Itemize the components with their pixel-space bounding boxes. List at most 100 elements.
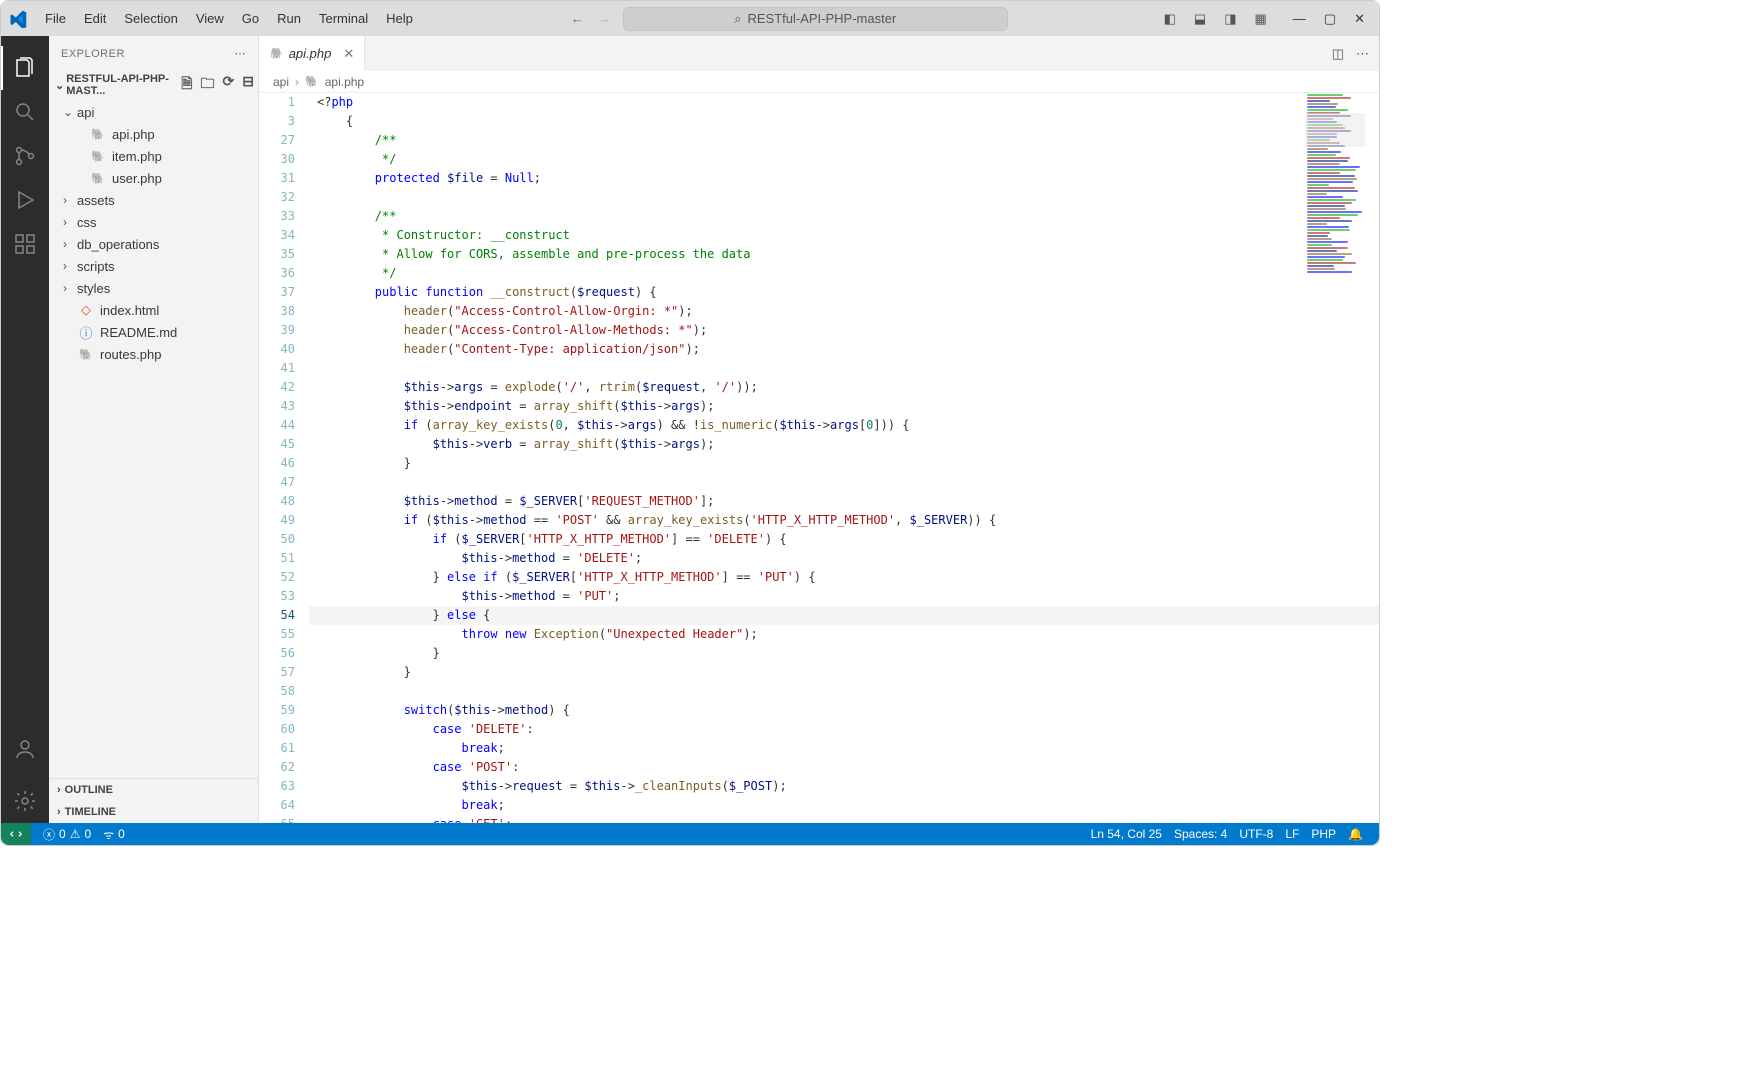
- editor-tabs: 🐘 api.php ✕ ◫ ⋯: [259, 36, 1379, 71]
- php-file-icon: 🐘: [77, 348, 95, 361]
- cursor-position[interactable]: Ln 54, Col 25: [1085, 827, 1168, 841]
- warning-icon: ⚠: [70, 827, 81, 841]
- new-file-icon[interactable]: 🗎: [181, 73, 192, 97]
- info-icon: ⓘ: [77, 323, 95, 342]
- minimize-button[interactable]: —: [1287, 7, 1312, 30]
- file-item[interactable]: 🐘routes.php: [49, 343, 258, 365]
- file-item[interactable]: ⓘREADME.md: [49, 321, 258, 343]
- notifications-icon[interactable]: 🔔: [1342, 827, 1369, 841]
- error-icon: ⓧ: [43, 826, 55, 843]
- main-menu: FileEditSelectionViewGoRunTerminalHelp: [37, 7, 421, 30]
- php-file-icon: 🐘: [89, 128, 107, 141]
- search-icon: ⌕: [734, 11, 741, 27]
- php-file-icon: 🐘: [269, 47, 283, 60]
- chevron-right-icon: ›: [63, 281, 77, 295]
- chevron-down-icon: ⌄: [55, 79, 64, 92]
- command-center-label: RESTful-API-PHP-master: [747, 11, 896, 26]
- file-item[interactable]: 🐘api.php: [49, 123, 258, 145]
- command-center[interactable]: ⌕ RESTful-API-PHP-master: [623, 7, 1008, 31]
- html-file-icon: ◇: [77, 302, 95, 318]
- folder-item[interactable]: ⌄api: [49, 101, 258, 123]
- explorer-more-icon[interactable]: ⋯: [235, 47, 247, 60]
- maximize-button[interactable]: ▢: [1318, 7, 1342, 31]
- menu-view[interactable]: View: [188, 7, 232, 30]
- folder-item[interactable]: ›assets: [49, 189, 258, 211]
- menu-help[interactable]: Help: [378, 7, 421, 30]
- vscode-icon: [9, 10, 27, 28]
- new-folder-icon[interactable]: 🗀: [201, 73, 215, 97]
- close-tab-icon[interactable]: ✕: [343, 46, 354, 62]
- php-file-icon: 🐘: [89, 150, 107, 163]
- titlebar: FileEditSelectionViewGoRunTerminalHelp ←…: [1, 1, 1379, 36]
- nav-forward-icon[interactable]: →: [598, 11, 611, 26]
- collapse-all-icon[interactable]: ⊟: [242, 73, 254, 97]
- explorer-sidebar: EXPLORER ⋯ ⌄ RESTFUL-API-PHP-MAST... 🗎 🗀…: [49, 36, 259, 823]
- toggle-panel-icon[interactable]: ⬓: [1188, 7, 1212, 31]
- search-view-icon[interactable]: [1, 90, 49, 134]
- encoding[interactable]: UTF-8: [1233, 827, 1279, 841]
- folder-item[interactable]: ›styles: [49, 277, 258, 299]
- menu-run[interactable]: Run: [269, 7, 309, 30]
- language-mode[interactable]: PHP: [1305, 827, 1342, 841]
- source-control-view-icon[interactable]: [1, 134, 49, 178]
- status-bar: ⓧ0 ⚠0 ᯤ0 Ln 54, Col 25 Spaces: 4 UTF-8 L…: [1, 823, 1379, 845]
- chevron-right-icon: ›: [295, 75, 299, 89]
- close-window-button[interactable]: ✕: [1348, 7, 1371, 31]
- menu-edit[interactable]: Edit: [76, 7, 114, 30]
- refresh-icon[interactable]: ⟳: [223, 73, 235, 97]
- editor-area: 🐘 api.php ✕ ◫ ⋯ api › 🐘 api.php 13273031…: [259, 36, 1379, 823]
- breadcrumb-item[interactable]: api.php: [325, 75, 364, 89]
- menu-selection[interactable]: Selection: [116, 7, 185, 30]
- tab-api-php[interactable]: 🐘 api.php ✕: [259, 36, 365, 71]
- folder-item[interactable]: ›css: [49, 211, 258, 233]
- chevron-down-icon: ⌄: [63, 105, 77, 119]
- chevron-right-icon: ›: [63, 193, 77, 207]
- project-name: RESTFUL-API-PHP-MAST...: [66, 73, 181, 97]
- breadcrumb[interactable]: api › 🐘 api.php: [259, 71, 1379, 93]
- minimap[interactable]: [1305, 93, 1365, 233]
- file-item[interactable]: 🐘user.php: [49, 167, 258, 189]
- project-header[interactable]: ⌄ RESTFUL-API-PHP-MAST... 🗎 🗀 ⟳ ⊟: [49, 71, 258, 99]
- chevron-right-icon: ›: [63, 215, 77, 229]
- run-debug-view-icon[interactable]: [1, 178, 49, 222]
- line-number-gutter: 1327303132333435363738394041424344454647…: [259, 93, 309, 823]
- explorer-view-icon[interactable]: [1, 46, 49, 90]
- editor-more-icon[interactable]: ⋯: [1356, 46, 1369, 62]
- outline-panel-header[interactable]: ›OUTLINE: [49, 779, 258, 801]
- toggle-secondary-sidebar-icon[interactable]: ◨: [1218, 7, 1242, 31]
- remote-indicator[interactable]: [1, 823, 31, 845]
- file-tree: ⌄api🐘api.php🐘item.php🐘user.php›assets›cs…: [49, 99, 258, 778]
- chevron-right-icon: ›: [63, 237, 77, 251]
- folder-item[interactable]: ›db_operations: [49, 233, 258, 255]
- php-file-icon: 🐘: [305, 75, 319, 88]
- chevron-right-icon: ›: [57, 806, 61, 818]
- tab-label: api.php: [289, 46, 332, 61]
- php-file-icon: 🐘: [89, 172, 107, 185]
- explorer-title: EXPLORER: [61, 48, 125, 60]
- toggle-primary-sidebar-icon[interactable]: ◧: [1158, 7, 1182, 31]
- extensions-view-icon[interactable]: [1, 222, 49, 266]
- indentation[interactable]: Spaces: 4: [1168, 827, 1233, 841]
- ports-indicator[interactable]: ᯤ0: [97, 826, 131, 843]
- menu-file[interactable]: File: [37, 7, 74, 30]
- accounts-icon[interactable]: [1, 727, 49, 771]
- file-item[interactable]: ◇index.html: [49, 299, 258, 321]
- nav-back-icon[interactable]: ←: [571, 11, 584, 26]
- problems-indicator[interactable]: ⓧ0 ⚠0: [37, 826, 97, 843]
- file-item[interactable]: 🐘item.php: [49, 145, 258, 167]
- settings-gear-icon[interactable]: [1, 779, 49, 823]
- radio-tower-icon: ᯤ: [103, 826, 114, 843]
- menu-terminal[interactable]: Terminal: [311, 7, 376, 30]
- timeline-panel-header[interactable]: ›TIMELINE: [49, 801, 258, 823]
- menu-go[interactable]: Go: [234, 7, 267, 30]
- breadcrumb-item[interactable]: api: [273, 75, 289, 89]
- activity-bar: [1, 36, 49, 823]
- chevron-right-icon: ›: [57, 784, 61, 796]
- code-editor[interactable]: 1327303132333435363738394041424344454647…: [259, 93, 1379, 823]
- folder-item[interactable]: ›scripts: [49, 255, 258, 277]
- customize-layout-icon[interactable]: ▦: [1249, 7, 1273, 31]
- code-content[interactable]: <?php { /** */ protected $file = Null; /…: [309, 93, 1379, 823]
- split-editor-icon[interactable]: ◫: [1332, 46, 1344, 62]
- eol[interactable]: LF: [1279, 827, 1305, 841]
- chevron-right-icon: ›: [63, 259, 77, 273]
